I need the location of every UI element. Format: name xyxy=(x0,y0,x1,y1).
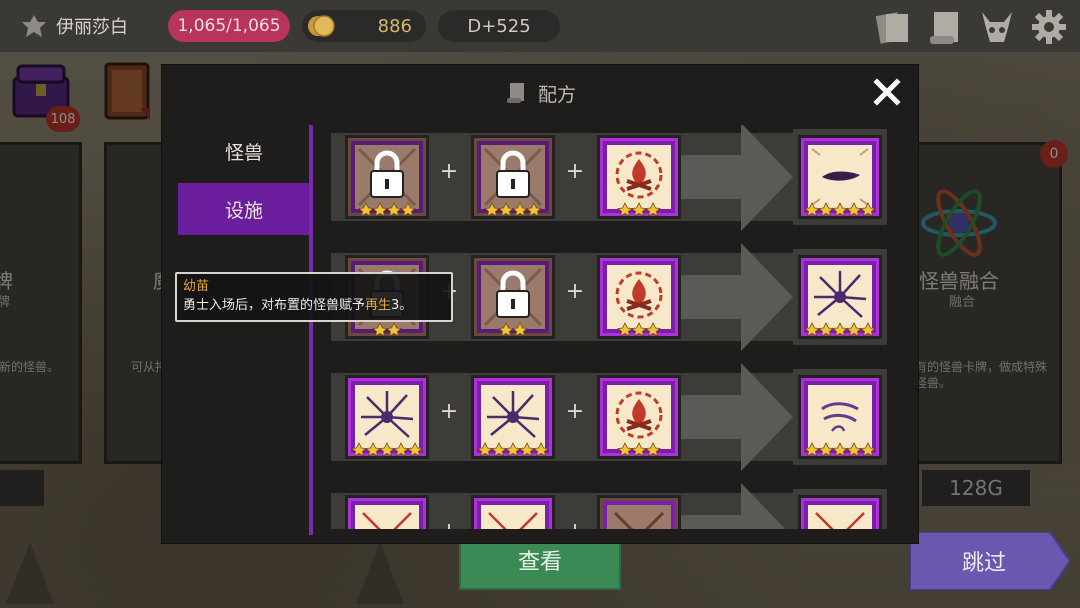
tab-monsters[interactable]: 怪兽 xyxy=(178,125,310,177)
plus-sign: + xyxy=(565,279,585,304)
plus-sign: + xyxy=(565,159,585,184)
plus-sign: + xyxy=(565,399,585,424)
recipe-row[interactable]: ++ xyxy=(331,483,887,529)
locked-card-icon[interactable] xyxy=(471,135,555,219)
tooltip-title: 幼苗 xyxy=(183,279,210,294)
ingredient-card[interactable] xyxy=(471,495,555,529)
ingredient-card[interactable] xyxy=(597,135,681,219)
plus-sign: + xyxy=(439,399,459,424)
recipe-row[interactable]: ++ xyxy=(331,125,887,231)
gold-counter: 886 xyxy=(302,10,426,42)
tab-facilities[interactable]: 设施 xyxy=(178,183,310,235)
tooltip-desc-after: 3。 xyxy=(391,298,413,313)
result-card[interactable] xyxy=(798,375,882,459)
locked-card-icon[interactable] xyxy=(471,255,555,339)
coin-icon xyxy=(308,15,335,37)
gold-value: 886 xyxy=(377,15,412,37)
ingredient-card[interactable] xyxy=(345,375,429,459)
recipe-list[interactable]: + + + + + xyxy=(313,125,903,529)
side-tabs: 怪兽 设施 xyxy=(178,125,310,235)
tooltip-desc: 勇士入场后，对布置的怪兽赋予再生3。 xyxy=(183,296,445,316)
day-counter: D+525 xyxy=(438,10,560,42)
result-card[interactable] xyxy=(798,135,882,219)
item-tooltip: 幼苗 勇士入场后，对布置的怪兽赋予再生3。 xyxy=(175,272,453,322)
player-info[interactable]: 伊丽莎白 xyxy=(20,12,168,40)
result-card[interactable] xyxy=(798,495,882,529)
cards-icon[interactable] xyxy=(874,8,912,46)
ingredient-card[interactable] xyxy=(597,255,681,339)
skip-button[interactable]: 跳过 xyxy=(910,532,1070,590)
gear-icon[interactable] xyxy=(1030,8,1068,46)
plus-sign: + xyxy=(439,159,459,184)
ingredient-card[interactable] xyxy=(597,495,681,529)
result-card[interactable] xyxy=(798,255,882,339)
tooltip-desc-before: 勇士入场后，对布置的怪兽赋予 xyxy=(183,298,366,313)
close-button[interactable] xyxy=(872,77,902,107)
top-bar: 伊丽莎白 1,065/1,065 886 D+525 xyxy=(0,0,1080,52)
scroll-icon[interactable] xyxy=(926,8,964,46)
ingredient-card[interactable] xyxy=(471,375,555,459)
close-icon xyxy=(873,78,901,106)
locked-card-icon[interactable] xyxy=(345,135,429,219)
modal-header: 配方 xyxy=(162,65,918,121)
plus-sign: + xyxy=(560,519,590,529)
ingredient-card[interactable] xyxy=(597,375,681,459)
skip-button-label: 跳过 xyxy=(961,551,1006,576)
player-emblem-icon xyxy=(22,15,46,37)
demon-skull-icon[interactable] xyxy=(978,8,1016,46)
player-name: 伊丽莎白 xyxy=(56,17,128,38)
hp-counter: 1,065/1,065 xyxy=(168,10,290,42)
recipe-row[interactable]: ++ xyxy=(331,363,887,471)
plus-sign: + xyxy=(434,519,464,529)
ingredient-card[interactable] xyxy=(345,495,429,529)
tooltip-desc-highlight: 再生 xyxy=(365,298,392,313)
modal-title: 配方 xyxy=(537,83,576,106)
recipe-scroll-icon xyxy=(506,83,524,103)
